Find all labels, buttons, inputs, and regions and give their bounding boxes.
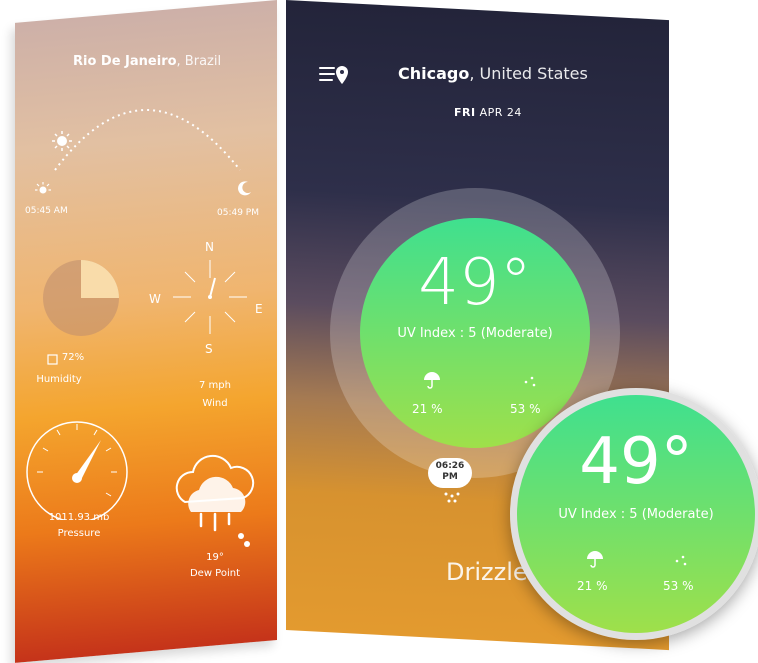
cloud-rain-icon (175, 454, 255, 547)
compass-north: N (205, 240, 214, 254)
dew-value: 19° (206, 552, 224, 563)
current-date: FRI APR 24 (454, 106, 522, 119)
humidity-pct: 53 % (510, 402, 541, 416)
raindrops-icon (675, 555, 687, 566)
compass-west: W (149, 292, 161, 306)
condition-text: Drizzle (446, 558, 528, 586)
magnified-temperature: 49° (579, 425, 693, 499)
sunrise-time: 05:45 AM (25, 206, 68, 216)
sunrise-icon (35, 182, 51, 194)
magnified-precip-pct: 21 % (577, 579, 608, 593)
compass-east: E (255, 302, 263, 316)
umbrella-icon (424, 372, 440, 389)
moon-icon (238, 181, 251, 196)
magnified-humidity-pct: 53 % (663, 579, 694, 593)
gauge-icon (26, 421, 128, 520)
wind-label: Wind (202, 398, 228, 409)
wind-value: 7 mph (199, 380, 231, 391)
temperature-disc[interactable]: 49° UV Index : 5 (Moderate) 21 % 53 % (360, 218, 590, 448)
pressure-label: Pressure (57, 528, 101, 539)
rio-weather-panel: Rio De Janeiro, Brazil 05:45 AM 05:49 PM (15, 0, 277, 663)
drizzle-drops-icon (444, 492, 460, 503)
uv-index: UV Index : 5 (Moderate) (397, 326, 553, 341)
umbrella-icon (587, 551, 603, 568)
precip-pct: 21 % (412, 402, 443, 416)
raindrops-icon (524, 376, 536, 387)
chicago-city-title: Chicago, United States (398, 64, 588, 83)
compass-icon (173, 260, 247, 334)
pressure-value: 1011.93 mb (48, 512, 110, 523)
humidity-label: Humidity (36, 374, 82, 385)
temperature-value: 49° (418, 246, 532, 320)
humidity-value: 72% (61, 352, 85, 363)
magnified-uv-index: UV Index : 5 (Moderate) (558, 507, 714, 522)
sun-icon (52, 131, 72, 151)
sunset-time: 05:49 PM (217, 208, 259, 218)
humidity-pie-chart (43, 260, 119, 336)
menu-location-icon[interactable] (318, 62, 354, 86)
compass-south: S (205, 342, 213, 356)
forecast-time-bubble[interactable]: 06:26 PM (428, 458, 472, 488)
dew-label: Dew Point (189, 568, 241, 579)
magnifier-lens: 49° UV Index : 5 (Moderate) 21 % 53 % (510, 388, 758, 640)
